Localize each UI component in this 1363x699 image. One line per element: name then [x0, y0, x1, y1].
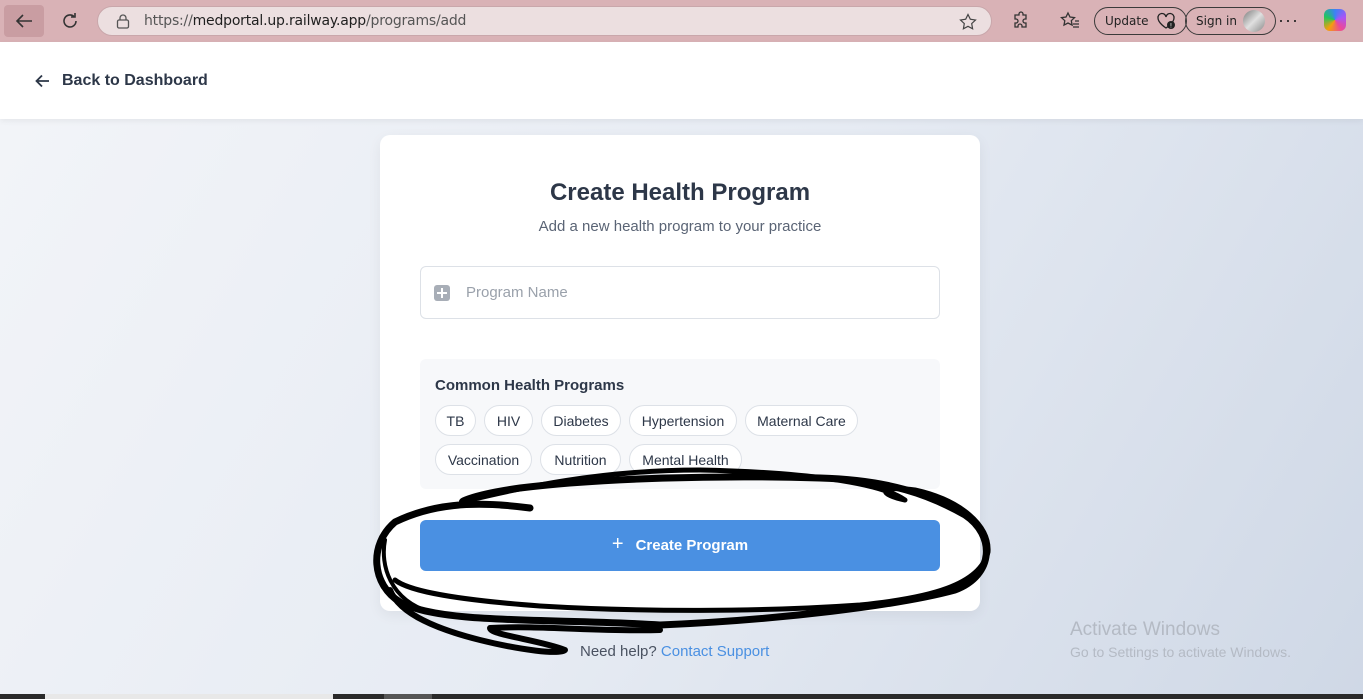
chip-tb[interactable]: TB	[435, 405, 476, 436]
taskbar-segment	[384, 694, 432, 699]
page-subtitle: Add a new health program to your practic…	[538, 218, 822, 235]
help-text: Need help? Contact Support	[580, 643, 769, 660]
star-icon[interactable]	[959, 13, 977, 31]
favorites-icon[interactable]	[1059, 10, 1081, 32]
chip-mental-health[interactable]: Mental Health	[629, 444, 742, 475]
create-program-card: Create Health Program Add a new health p…	[380, 135, 980, 611]
common-programs-title: Common Health Programs	[435, 377, 625, 394]
medical-plus-icon	[434, 284, 450, 301]
signin-label: Sign in	[1196, 14, 1237, 28]
taskbar-segment	[45, 694, 333, 699]
plus-icon: +	[611, 533, 624, 555]
back-to-dashboard-link[interactable]: Back to Dashboard	[35, 72, 208, 90]
page-header: Back to Dashboard	[0, 42, 1363, 119]
chip-hiv[interactable]: HIV	[484, 405, 533, 436]
contact-support-link[interactable]: Contact Support	[661, 643, 769, 660]
program-name-input[interactable]	[466, 284, 906, 301]
svg-text:!: !	[1170, 23, 1172, 30]
chip-nutrition[interactable]: Nutrition	[540, 444, 621, 475]
page-title: Create Health Program	[549, 179, 811, 206]
update-button[interactable]: Update !	[1094, 7, 1188, 35]
copilot-icon[interactable]	[1324, 9, 1346, 31]
chip-hypertension[interactable]: Hypertension	[629, 405, 737, 436]
chip-vaccination[interactable]: Vaccination	[435, 444, 532, 475]
heart-pulse-icon: !	[1157, 12, 1176, 30]
browser-back-button[interactable]	[4, 5, 44, 37]
lock-icon	[116, 14, 130, 29]
create-program-label: Create Program	[635, 537, 749, 554]
taskbar	[0, 694, 1363, 699]
update-label: Update	[1105, 14, 1149, 28]
browser-refresh-button[interactable]	[50, 5, 90, 37]
watermark-subtitle: Go to Settings to activate Windows.	[1070, 644, 1291, 660]
common-programs-panel: Common Health Programs TB HIV Diabetes H…	[420, 359, 940, 489]
chip-maternal-care[interactable]: Maternal Care	[745, 405, 858, 436]
windows-activation-watermark: Activate Windows Go to Settings to activ…	[1070, 619, 1291, 660]
back-arrow-icon	[15, 14, 32, 28]
program-name-field[interactable]	[420, 266, 940, 319]
avatar-icon	[1242, 10, 1265, 32]
address-bar[interactable]: https://medportal.up.railway.app/program…	[97, 6, 992, 36]
more-options-icon[interactable]: ···	[1278, 10, 1299, 31]
signin-button[interactable]: Sign in	[1185, 7, 1276, 35]
back-to-dashboard-label: Back to Dashboard	[62, 71, 208, 89]
url-path: /programs/add	[366, 13, 467, 29]
watermark-title: Activate Windows	[1070, 619, 1220, 640]
url-host: medportal.up.railway.app	[192, 13, 367, 29]
extensions-icon[interactable]	[1010, 10, 1032, 32]
browser-toolbar: https://medportal.up.railway.app/program…	[0, 0, 1363, 42]
url-prefix: https://	[144, 13, 193, 29]
arrow-left-icon	[35, 74, 49, 87]
refresh-icon	[63, 13, 77, 28]
create-program-button[interactable]: + Create Program	[420, 520, 940, 571]
help-prefix: Need help?	[580, 643, 657, 660]
url-text[interactable]: https://medportal.up.railway.app/program…	[144, 13, 466, 29]
chip-diabetes[interactable]: Diabetes	[541, 405, 621, 436]
